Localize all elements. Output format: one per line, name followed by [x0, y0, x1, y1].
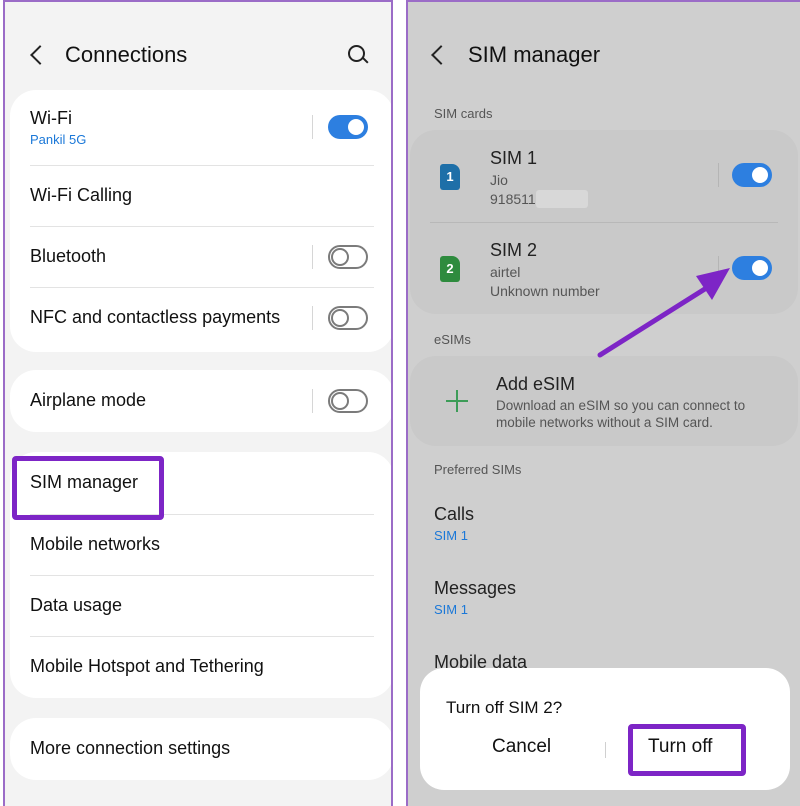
- add-esim-row[interactable]: Add eSIM Download an eSIM so you can con…: [410, 356, 798, 446]
- mobile-networks-row[interactable]: Mobile networks: [10, 515, 391, 575]
- dialog-title: Turn off SIM 2?: [446, 698, 563, 717]
- messages-title: Messages: [434, 578, 517, 598]
- bluetooth-toggle[interactable]: [328, 245, 368, 269]
- sim-2-name: SIM 2: [490, 240, 538, 260]
- page-title: SIM manager: [468, 42, 601, 67]
- messages-value: SIM 1: [434, 602, 468, 617]
- sim-2-row[interactable]: 2 SIM 2 airtel Unknown number: [410, 223, 798, 313]
- nfc-toggle[interactable]: [328, 306, 368, 330]
- row-separator: [312, 115, 313, 139]
- calls-row[interactable]: Calls SIM 1: [408, 496, 800, 556]
- sim-manager-header: SIM manager: [408, 32, 800, 80]
- back-arrow-icon[interactable]: [426, 42, 454, 70]
- more-connection-settings-row[interactable]: More connection settings: [10, 718, 391, 780]
- hotspot-label: Mobile Hotspot and Tethering: [30, 656, 264, 676]
- wifi-toggle[interactable]: [328, 115, 368, 139]
- search-icon[interactable]: [347, 44, 369, 66]
- wifi-label: Wi-Fi: [30, 108, 72, 128]
- esim-card: Add eSIM Download an eSIM so you can con…: [410, 356, 798, 446]
- section-sim-cards: SIM cards: [434, 106, 493, 121]
- sim-1-toggle[interactable]: [732, 163, 772, 187]
- nfc-label: NFC and contactless payments: [30, 307, 281, 327]
- connections-header: Connections: [5, 32, 391, 80]
- sim-manager-highlight: [12, 456, 164, 520]
- bluetooth-label: Bluetooth: [30, 246, 107, 266]
- sim-2-number: Unknown number: [490, 283, 600, 299]
- airplane-mode-row[interactable]: Airplane mode: [10, 370, 391, 432]
- sim-2-carrier: airtel: [490, 264, 521, 280]
- more-settings-card: More connection settings: [10, 718, 391, 780]
- hotspot-row[interactable]: Mobile Hotspot and Tethering: [10, 637, 391, 697]
- more-connection-settings-label: More connection settings: [30, 738, 231, 758]
- connectivity-card: Wi-Fi Pankil 5G Wi-Fi Calling Bluetooth …: [10, 90, 391, 352]
- data-usage-row[interactable]: Data usage: [10, 576, 391, 636]
- sim-1-row[interactable]: 1 SIM 1 Jio 918511: [410, 130, 798, 222]
- sim-2-toggle[interactable]: [732, 256, 772, 280]
- redacted-number: [536, 190, 588, 208]
- nfc-row[interactable]: NFC and contactless payments: [10, 288, 391, 350]
- add-esim-title: Add eSIM: [496, 374, 576, 394]
- calls-title: Calls: [434, 504, 475, 524]
- section-esims: eSIMs: [434, 332, 471, 347]
- sim-cards-card: 1 SIM 1 Jio 918511 2 SIM 2 airtel Unknow…: [410, 130, 798, 314]
- data-usage-label: Data usage: [30, 595, 123, 615]
- turn-off-highlight: [628, 724, 746, 776]
- plus-icon: [446, 390, 468, 412]
- wifi-network-name: Pankil 5G: [30, 132, 87, 147]
- wifi-calling-label: Wi-Fi Calling: [30, 185, 133, 205]
- back-arrow-icon[interactable]: [25, 42, 53, 70]
- sim-1-name: SIM 1: [490, 148, 538, 168]
- turn-off-sim-dialog: Turn off SIM 2? Cancel Turn off: [420, 668, 790, 790]
- messages-row[interactable]: Messages SIM 1: [408, 572, 800, 632]
- sim-2-icon: 2: [440, 256, 460, 282]
- airplane-mode-label: Airplane mode: [30, 390, 147, 410]
- section-preferred-sims: Preferred SIMs: [434, 462, 522, 477]
- calls-value: SIM 1: [434, 528, 468, 543]
- page-title: Connections: [65, 42, 188, 67]
- wifi-row[interactable]: Wi-Fi Pankil 5G: [10, 90, 391, 166]
- wifi-calling-row[interactable]: Wi-Fi Calling: [10, 166, 391, 226]
- connections-screen: Connections Wi-Fi Pankil 5G Wi-Fi Callin…: [3, 0, 393, 806]
- airplane-card: Airplane mode: [10, 370, 391, 432]
- sim-1-number: 918511: [490, 191, 536, 207]
- add-esim-desc-2: mobile networks without a SIM card.: [496, 415, 713, 430]
- cancel-button[interactable]: Cancel: [492, 736, 551, 758]
- add-esim-desc-1: Download an eSIM so you can connect to: [496, 398, 746, 413]
- bluetooth-row[interactable]: Bluetooth: [10, 227, 391, 287]
- sim-manager-screen: SIM manager SIM cards 1 SIM 1 Jio 918511…: [406, 0, 800, 806]
- mobile-networks-label: Mobile networks: [30, 534, 161, 554]
- sim-1-carrier: Jio: [490, 172, 508, 188]
- sim-1-icon: 1: [440, 164, 460, 190]
- airplane-mode-toggle[interactable]: [328, 389, 368, 413]
